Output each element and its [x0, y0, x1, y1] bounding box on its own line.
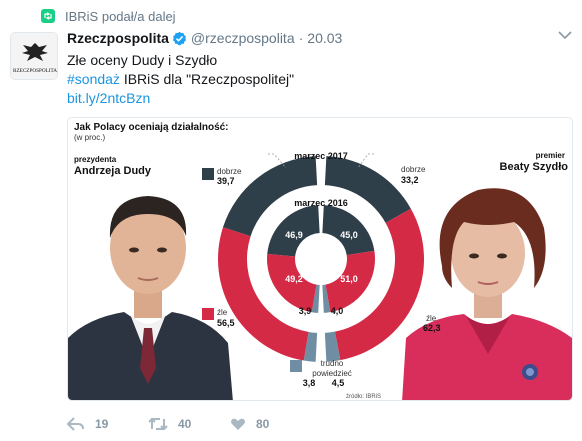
inner-ring-label: marzec 2016 [294, 198, 348, 208]
left-person-role: prezydenta [74, 155, 117, 164]
tweet-text-line-2-rest: IBRiS dla "Rzeczpospolitej" [119, 71, 295, 87]
infographic-subtitle: (w proc.) [74, 133, 105, 142]
szydlo-bad-label: źle [426, 314, 437, 323]
tweet-date[interactable]: 20.03 [307, 30, 342, 46]
avatar-wordmark: RZECZPOSPOLITA [13, 68, 57, 74]
reply-icon [67, 417, 84, 431]
retweet-context-text[interactable]: IBRiS podał/a dalej [65, 9, 176, 24]
author-handle[interactable]: @rzeczpospolita [191, 30, 295, 46]
szydlo-2016-unsure-value: 4,0 [331, 306, 344, 316]
like-button[interactable]: 80 [230, 415, 269, 433]
right-person-role: premier [536, 151, 565, 160]
unsure-swatch [290, 360, 302, 372]
duda-2017-good-value: 39,7 [217, 176, 235, 186]
szydlo-good-label: dobrze [401, 165, 426, 174]
left-person-name: Andrzeja Dudy [74, 165, 152, 177]
retweet-context[interactable]: IBRiS podał/a dalej [41, 7, 176, 25]
duda-2016-bad-value: 49,2 [285, 274, 303, 284]
tweet-text-line-2: #sondaż IBRiS dla "Rzeczpospolitej" [67, 70, 294, 88]
duda-good-label: dobrze [217, 167, 242, 176]
duda-bad-swatch [202, 308, 214, 320]
reply-button[interactable]: 19 [67, 415, 108, 433]
header-separator: · [298, 30, 304, 46]
szydlo-2016-bad-value: 51,0 [340, 274, 358, 284]
outer-ring-label: marzec 2017 [294, 151, 348, 161]
source-note: źródło: IBRiS [346, 394, 381, 400]
szydlo-2017-unsure-value: 4,5 [332, 378, 345, 388]
duda-good-swatch [202, 168, 214, 180]
like-count: 80 [256, 417, 270, 431]
tweet-header: Rzeczpospolita @rzeczpospolita · 20.03 [67, 29, 342, 47]
right-person-name: Beaty Szydło [500, 161, 569, 173]
tweet-text-line-1: Złe oceny Dudy i Szydło [67, 52, 218, 68]
retweet-action-icon [148, 417, 168, 431]
szydlo-2017-bad-value: 62,3 [423, 323, 441, 333]
retweet-count: 40 [178, 417, 192, 431]
duda-2016-unsure-value: 3,9 [299, 306, 312, 316]
hashtag-link[interactable]: #sondaż [67, 71, 120, 87]
infographic: Jak Polacy oceniają działalność: (w proc… [68, 118, 572, 400]
reply-count: 19 [95, 417, 109, 431]
infographic-title: Jak Polacy oceniają działalność: [74, 122, 229, 133]
unsure-label-1: trudno [321, 359, 344, 368]
author-name[interactable]: Rzeczpospolita [67, 30, 169, 46]
chevron-down-icon[interactable] [557, 28, 573, 42]
verified-badge-icon [172, 31, 186, 45]
szydlo-2016-good-value: 45,0 [340, 230, 358, 240]
avatar[interactable]: RZECZPOSPOLITA [10, 32, 58, 80]
szydlo-2017-good-value: 33,2 [401, 175, 419, 185]
unsure-label-2: powiedzieć [312, 369, 352, 378]
retweet-icon [41, 9, 55, 23]
duda-2017-unsure-value: 3,8 [303, 378, 316, 388]
tweet-url-link[interactable]: bit.ly/2ntcBzn [67, 89, 150, 107]
duda-2017-bad-value: 56,5 [217, 318, 235, 328]
heart-icon [231, 418, 245, 430]
retweet-button[interactable]: 40 [148, 415, 191, 433]
media-card[interactable]: Jak Polacy oceniają działalność: (w proc… [67, 117, 573, 401]
duda-bad-label: źle [217, 308, 228, 317]
duda-2016-good-value: 46,9 [285, 230, 303, 240]
